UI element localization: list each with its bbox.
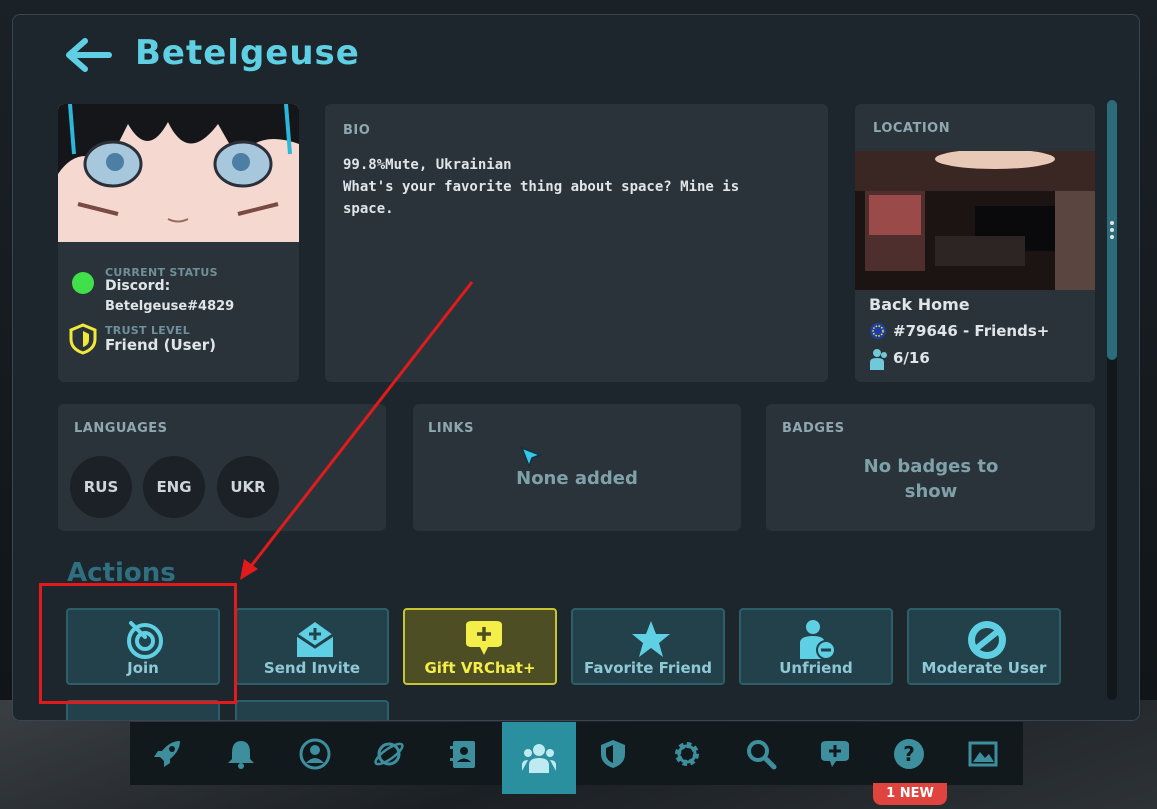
tb-notifications[interactable] [204,722,278,785]
tb-search[interactable] [724,722,798,785]
tb-rocket[interactable] [130,722,204,785]
gear-icon [675,741,699,766]
tb-gallery[interactable] [946,722,1020,785]
tb-social[interactable] [502,722,576,794]
rocket-icon [154,740,180,767]
social-icon [522,744,556,773]
tb-safety[interactable] [576,722,650,785]
quick-menu-taskbar: ? [130,722,1023,794]
gallery-icon [968,741,998,766]
tb-messages[interactable] [798,722,872,785]
bell-icon [228,740,254,769]
contacts-icon [450,740,475,768]
tb-contacts[interactable] [426,722,500,785]
tb-settings[interactable] [650,722,724,785]
svg-text:?: ? [903,742,915,766]
shield-icon [601,739,625,768]
help-icon: ? [894,738,924,769]
profile-icon [299,738,331,769]
tb-help[interactable]: ? [872,722,946,785]
annotation-highlight-box [39,583,237,704]
chat-plus-icon [821,740,849,767]
new-notification-badge: 1 NEW [873,783,947,805]
planet-icon [374,742,404,765]
search-icon [747,739,777,769]
tb-profile[interactable] [278,722,352,785]
tb-worlds[interactable] [352,722,426,785]
